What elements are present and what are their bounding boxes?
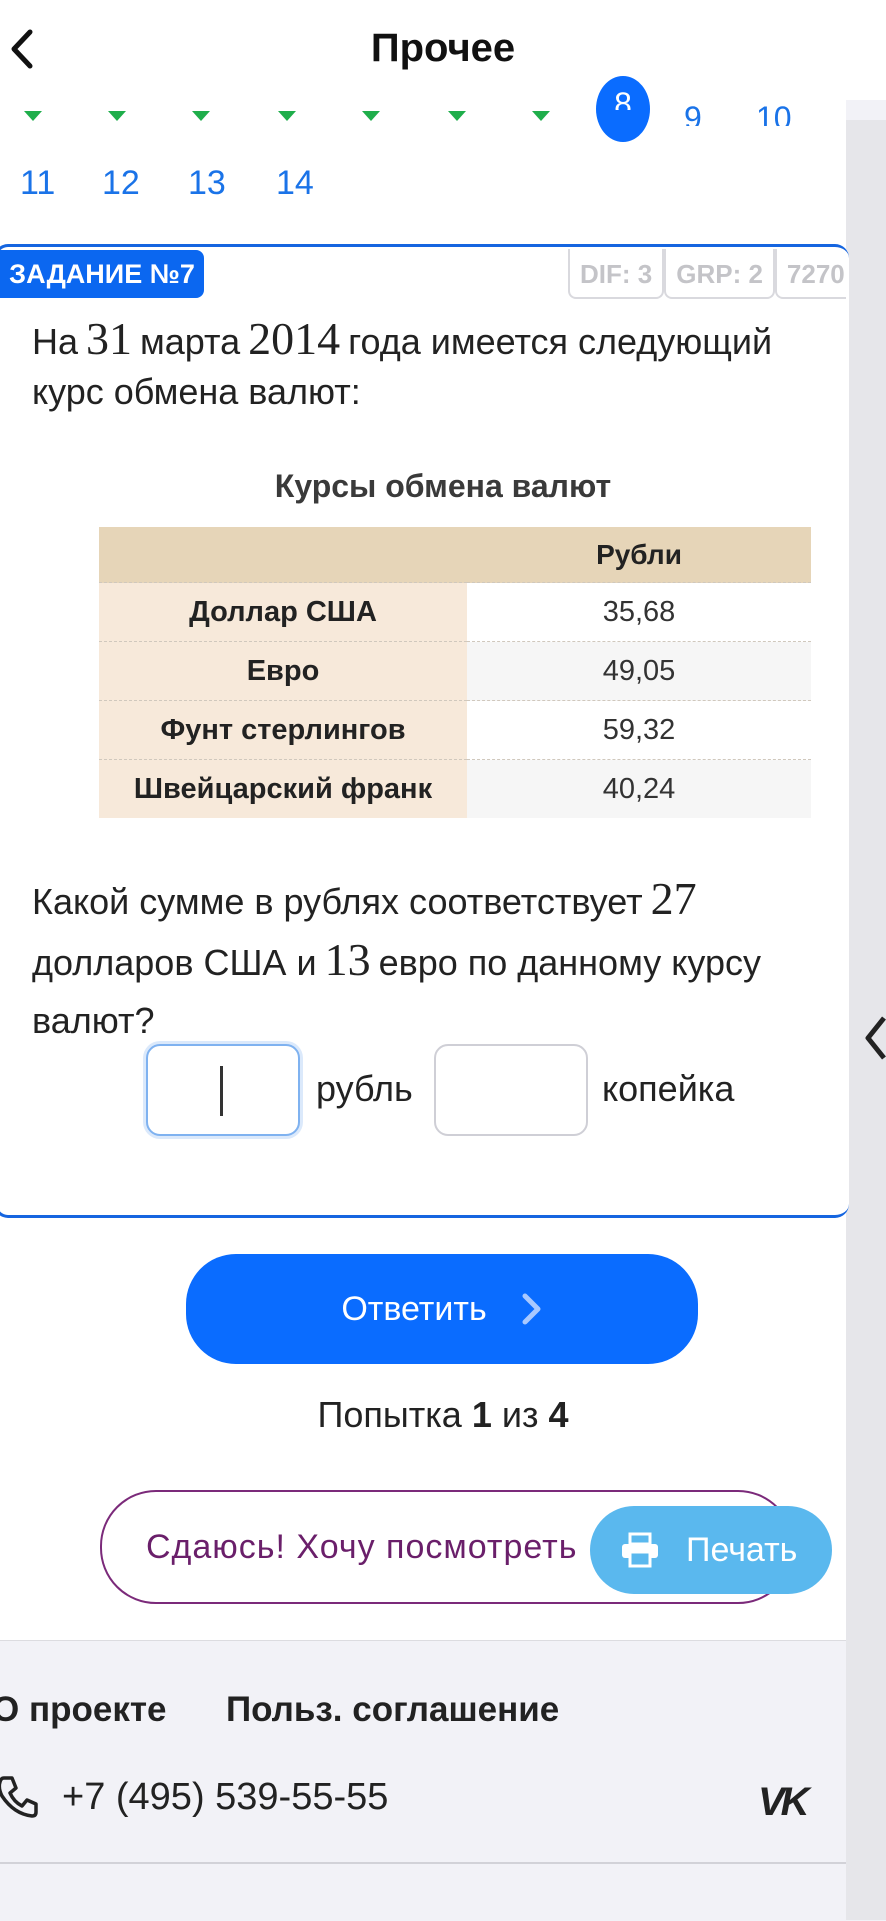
task-tags: DIF: 3 GRP: 2 7270 — [568, 249, 846, 299]
rate-value: 59,32 — [467, 700, 811, 760]
task-badge: ЗАДАНИЕ №7 — [0, 250, 204, 298]
footer-divider — [0, 1862, 846, 1864]
tag-difficulty: DIF: 3 — [568, 249, 665, 299]
table-row: Евро 49,05 — [99, 641, 811, 701]
task-done-check-icon[interactable] — [24, 111, 42, 121]
currency-name: Фунт стерлингов — [99, 700, 467, 760]
task-number[interactable]: 10 — [756, 100, 792, 126]
task-number-current[interactable]: 8 — [596, 76, 650, 142]
column-header: Рубли — [467, 527, 811, 583]
task-done-check-icon[interactable] — [532, 111, 550, 121]
math-number: 13 — [324, 934, 371, 985]
rubles-input[interactable] — [146, 1044, 300, 1136]
task-done-check-icon[interactable] — [108, 111, 126, 121]
printer-icon — [622, 1532, 658, 1568]
page-title: Прочее — [370, 26, 516, 70]
task-question: Какой сумме в рублях соответствует 27 дол… — [32, 873, 762, 1041]
task-intro: На 31 марта 2014 года имеется следующий курс… — [32, 313, 773, 413]
about-link[interactable]: О проекте — [0, 1690, 166, 1730]
task-number[interactable]: 9 — [684, 100, 702, 126]
rate-value: 49,05 — [467, 641, 811, 701]
rate-value: 35,68 — [467, 582, 811, 642]
math-number: 31 — [86, 313, 133, 364]
math-number: 2014 — [248, 313, 341, 364]
chevron-right-icon — [522, 1293, 541, 1325]
task-number[interactable]: 11 — [20, 164, 55, 203]
task-number[interactable]: 14 — [276, 164, 314, 203]
table-header-row: Рубли — [99, 527, 811, 583]
text-caret — [220, 1066, 223, 1116]
currency-name: Доллар США — [99, 582, 467, 642]
kopecks-unit-label: копейка — [602, 1068, 735, 1109]
tag-group: GRP: 2 — [664, 249, 775, 299]
currency-name: Евро — [99, 641, 467, 701]
task-done-check-icon[interactable] — [278, 111, 296, 121]
rates-table: Рубли Доллар США 35,68 Евро 49,05 Фунт с… — [99, 527, 811, 818]
task-number[interactable]: 13 — [188, 164, 226, 203]
attempt-counter: Попытка 1 из 4 — [317, 1394, 569, 1435]
rubles-unit-label: рубль — [316, 1068, 413, 1109]
top-bar: Прочее — [0, 0, 886, 100]
chevron-left-icon[interactable] — [862, 1010, 886, 1066]
phone-number[interactable]: +7 (495) 539-55-55 — [62, 1776, 388, 1819]
table-row: Фунт стерлингов 59,32 — [99, 700, 811, 760]
rate-value: 40,24 — [467, 759, 811, 818]
currency-name: Швейцарский франк — [99, 759, 467, 818]
task-done-check-icon[interactable] — [362, 111, 380, 121]
math-number: 27 — [650, 873, 697, 924]
vk-icon[interactable]: VK — [758, 1780, 810, 1825]
task-done-check-icon[interactable] — [448, 111, 466, 121]
task-number[interactable]: 12 — [102, 164, 140, 203]
task-done-check-icon[interactable] — [192, 111, 210, 121]
print-button[interactable]: Печать — [590, 1506, 832, 1594]
agreement-link[interactable]: Польз. соглашение — [226, 1690, 559, 1730]
tag-id: 7270 — [774, 249, 846, 299]
table-row: Швейцарский франк 40,24 — [99, 759, 811, 818]
answer-button[interactable]: Ответить — [186, 1254, 698, 1364]
table-row: Доллар США 35,68 — [99, 582, 811, 642]
phone-icon — [0, 1776, 38, 1818]
kopecks-input[interactable] — [434, 1044, 588, 1136]
table-title: Курсы обмена валют — [274, 468, 612, 504]
